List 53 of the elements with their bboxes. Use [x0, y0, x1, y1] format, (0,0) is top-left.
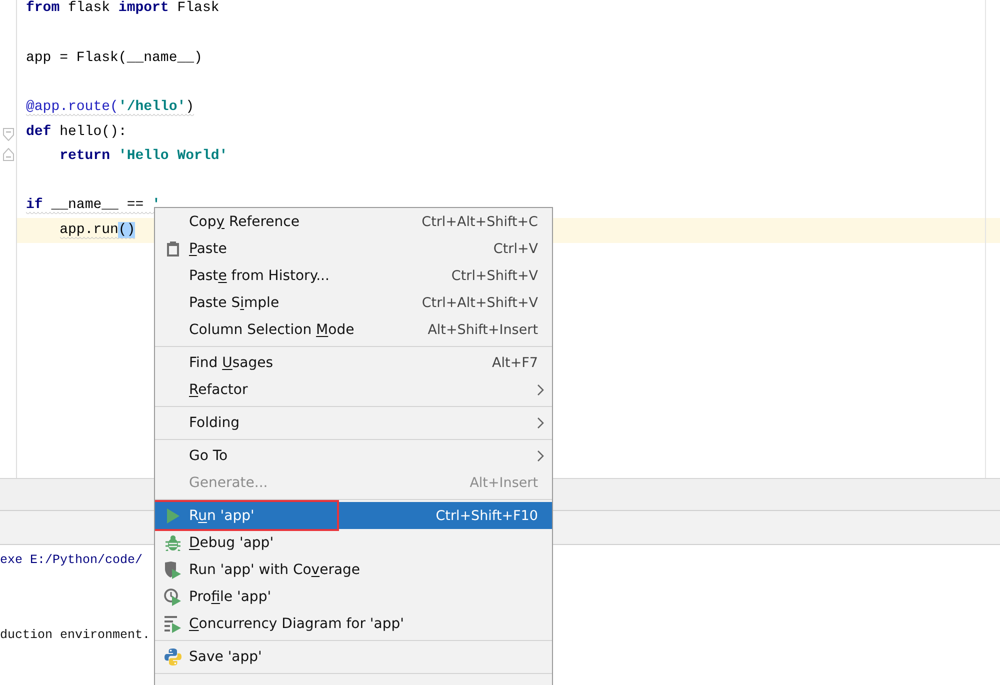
code-line: def hello():	[26, 122, 127, 141]
menu-item-label: Profile 'app'	[189, 588, 272, 604]
menu-item[interactable]: Profile 'app'	[155, 583, 552, 610]
menu-item-label: Folding	[189, 414, 240, 430]
console-line: exe E:/Python/code/	[0, 552, 143, 566]
code-line: app = Flask(__name__)	[26, 48, 202, 67]
code-line: return 'Hello World'	[60, 147, 228, 166]
menu-item[interactable]: Paste from History... Ctrl+Shift+V	[155, 262, 552, 289]
fold-marker-icon[interactable]	[2, 148, 14, 161]
shortcut-label: Ctrl+Alt+Shift+C	[422, 214, 538, 230]
play-icon	[166, 508, 180, 524]
shortcut-label: Ctrl+Shift+F10	[436, 508, 538, 524]
menu-item-label: Paste Simple	[189, 294, 280, 310]
fold-marker-icon[interactable]	[2, 128, 14, 142]
menu-item-label: Concurrency Diagram for 'app'	[189, 616, 404, 632]
paste-icon	[166, 240, 180, 256]
menu-item[interactable]: Paste Ctrl+V	[155, 235, 552, 262]
shortcut-label: Ctrl+Shift+V	[451, 268, 538, 284]
menu-item-label: Paste from History...	[189, 268, 330, 284]
menu-item-label: Column Selection Mode	[189, 322, 354, 338]
python-logo-icon	[164, 648, 182, 666]
menu-item-label: Save 'app'	[189, 648, 262, 664]
shield-play-icon	[164, 560, 182, 578]
clock-play-icon	[164, 588, 182, 606]
menu-item[interactable]: Debug 'app'	[155, 529, 552, 556]
menu-item[interactable]: Paste Simple Ctrl+Alt+Shift+V	[155, 289, 552, 316]
menu-item[interactable]: Go To	[155, 442, 552, 469]
menu-item[interactable]: Find Usages Alt+F7	[155, 349, 552, 376]
menu-item-label: Go To	[189, 448, 228, 464]
shortcut-label: Alt+F7	[492, 354, 538, 370]
menu-item[interactable]: Run 'app' Ctrl+Shift+F10	[155, 502, 552, 529]
menu-item-label: Copy Reference	[189, 214, 300, 230]
menu-item-label: Refactor	[189, 382, 248, 398]
console-line: duction environment.	[0, 628, 150, 642]
shortcut-label: Ctrl+V	[493, 240, 538, 256]
menu-item[interactable]: Save 'app'	[155, 643, 552, 670]
menu-item[interactable]: Concurrency Diagram for 'app'	[155, 610, 552, 637]
menu-item[interactable]: Refactor	[155, 376, 552, 403]
shortcut-label: Alt+Shift+Insert	[428, 322, 538, 338]
menu-item[interactable]: Folding	[155, 409, 552, 436]
lines-play-icon	[164, 614, 182, 632]
code-line: from flask import Flask	[26, 0, 220, 18]
bug-icon	[165, 534, 181, 550]
menu-item[interactable]: Run 'app' with Coverage	[155, 556, 552, 583]
menu-item-label: Generate...	[189, 474, 268, 490]
menu-item-label: Run 'app'	[189, 508, 254, 524]
menu-item-label: Debug 'app'	[189, 534, 274, 550]
shortcut-label: Ctrl+Alt+Shift+V	[422, 294, 538, 310]
menu-item-label: Paste	[189, 240, 227, 256]
menu-item-label: Run 'app' with Coverage	[189, 562, 360, 578]
shortcut-label: Alt+Insert	[470, 474, 538, 490]
menu-item[interactable]: Column Selection Mode Alt+Shift+Insert	[155, 316, 552, 343]
menu-item-label: Find Usages	[189, 354, 274, 370]
